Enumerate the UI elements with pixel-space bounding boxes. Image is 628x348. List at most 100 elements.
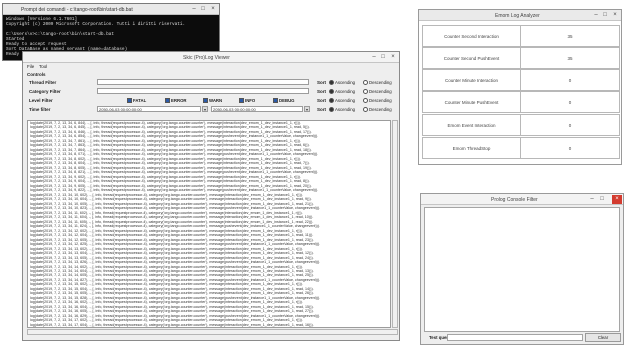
radio-selected-icon — [329, 107, 334, 113]
descending-label: Descending — [369, 89, 392, 94]
level-warn-checkbox[interactable]: WARN — [203, 98, 223, 104]
close-icon[interactable]: × — [210, 6, 216, 12]
console-output-area[interactable] — [424, 207, 620, 332]
analyzer-row-value: 35 — [520, 25, 620, 47]
radio-icon — [363, 80, 368, 86]
category-sort-ascending[interactable]: Ascending — [329, 89, 356, 95]
level-info-label: INFO — [245, 98, 256, 103]
level-info-checkbox[interactable]: INFO — [239, 98, 256, 104]
log-lines: log(date(2019, 7, 2, 13, 34, 6, 844), -,… — [28, 121, 390, 327]
ascending-label: Ascending — [335, 89, 356, 94]
analyzer-title: Emom Log Analyzer — [495, 13, 540, 19]
controls-heading: Controls — [27, 72, 46, 77]
analyzer-row-value: 0 — [520, 69, 620, 91]
level-debug-label: DEBUG — [279, 98, 295, 103]
analyzer-row-label: Counter Second Interaction — [422, 25, 521, 47]
radio-selected-icon — [329, 98, 334, 104]
analyzer-row: Counter Second PushEvent 35 — [422, 47, 620, 69]
checkbox-checked-icon — [203, 98, 208, 104]
maximize-icon[interactable]: □ — [602, 12, 608, 18]
level-sort-ascending[interactable]: Ascending — [329, 98, 355, 104]
log-horizontal-scrollbar[interactable] — [27, 329, 398, 335]
time-filter-label: Time filter — [29, 107, 51, 112]
level-debug-checkbox[interactable]: DEBUG — [273, 98, 295, 104]
analyzer-row: Emom Event Interaction 0 — [422, 114, 620, 136]
menu-file[interactable]: File — [27, 64, 34, 69]
level-sort-descending[interactable]: Descending — [363, 98, 392, 104]
console-filter-window[interactable]: Prolog Console Filter – □ × Test query C… — [420, 193, 624, 345]
radio-icon — [363, 98, 368, 104]
thread-sort-label: Sort — [317, 80, 326, 85]
time-from-input[interactable]: 2050-06-03 00:00:00:00 — [97, 106, 201, 112]
thread-filter-input[interactable] — [97, 79, 309, 85]
thread-filter-label: Thread Filter — [29, 80, 57, 85]
time-sort-ascending[interactable]: Ascending — [329, 107, 356, 113]
analyzer-row: Counter Second Interaction 35 — [422, 25, 620, 47]
checkbox-checked-icon — [239, 98, 244, 104]
category-filter-input[interactable] — [97, 88, 309, 94]
maximize-icon[interactable]: □ — [200, 6, 206, 12]
log-analyzer-window[interactable]: Emom Log Analyzer – □ × Counter Second I… — [418, 9, 622, 165]
category-sort-descending[interactable]: Descending — [363, 89, 392, 95]
radio-icon — [363, 107, 368, 113]
log-line: log(date(2019, 7, 2, 13, 34, 17, 604), -… — [30, 322, 314, 327]
analyzer-row-value: 0 — [520, 114, 620, 136]
level-warn-label: WARN — [209, 98, 223, 103]
checkbox-checked-icon — [165, 98, 170, 104]
clear-button[interactable]: Clear — [585, 333, 621, 342]
thread-sort-descending[interactable]: Descending — [363, 80, 392, 86]
close-icon[interactable]: × — [612, 195, 622, 204]
ascending-label: Ascending — [335, 107, 356, 112]
radio-icon — [363, 89, 368, 95]
maximize-icon[interactable]: □ — [380, 54, 386, 60]
minimize-icon[interactable]: – — [589, 196, 595, 202]
minimize-icon[interactable]: – — [593, 12, 599, 18]
cmd-titlebar[interactable]: Prompt dei comandi - c:\tango-root\bin\s… — [3, 4, 219, 15]
checkbox-checked-icon — [127, 98, 132, 104]
cmd-title: Prompt dei comandi - c:\tango-root\bin\s… — [21, 7, 133, 13]
ascending-label: Ascending — [335, 80, 356, 85]
radio-selected-icon — [329, 89, 334, 95]
analyzer-row-label: Emom Event Interaction — [422, 114, 521, 136]
analyzer-row: Counter Minute PushEvent 0 — [422, 91, 620, 113]
viewer-titlebar[interactable]: Skic (Pro)Log Viewer – □ × — [23, 52, 399, 63]
time-to-dropdown-icon[interactable]: ▾ — [304, 106, 310, 112]
descending-label: Descending — [369, 98, 392, 103]
cmd-line: Copyright (c) 2009 Microsoft Corporation… — [6, 22, 186, 27]
analyzer-row-value: 0 — [520, 91, 620, 113]
radio-selected-icon — [329, 80, 334, 86]
time-sort-descending[interactable]: Descending — [363, 107, 392, 113]
time-to-input[interactable]: 2050-06-03 00:00:00:00 — [211, 106, 303, 112]
close-icon[interactable]: × — [390, 54, 396, 60]
level-error-checkbox[interactable]: ERROR — [165, 98, 187, 104]
level-filter-label: Level Filter — [29, 98, 53, 103]
analyzer-row-label: Counter Minute Interaction — [422, 69, 521, 91]
thread-sort-ascending[interactable]: Ascending — [329, 80, 356, 86]
category-sort-label: Sort — [317, 89, 326, 94]
analyzer-titlebar[interactable]: Emom Log Analyzer – □ × — [419, 10, 621, 21]
analyzer-row: Counter Minute Interaction 0 — [422, 69, 620, 91]
analyzer-row: Emom ThreadStop 0 — [422, 137, 620, 159]
console-title: Prolog Console Filter — [491, 197, 538, 203]
minimize-icon[interactable]: – — [191, 6, 197, 12]
level-fatal-checkbox[interactable]: FATAL — [127, 98, 146, 104]
log-vertical-scrollbar[interactable] — [392, 120, 398, 328]
checkbox-checked-icon — [273, 98, 278, 104]
analyzer-row-value: 35 — [520, 47, 620, 69]
menu-tool[interactable]: Tool — [39, 64, 47, 69]
minimize-icon[interactable]: – — [371, 54, 377, 60]
analyzer-row-label: Counter Minute PushEvent — [422, 91, 521, 113]
close-icon[interactable]: × — [612, 12, 618, 18]
console-titlebar[interactable]: Prolog Console Filter – □ × — [421, 194, 623, 205]
time-from-dropdown-icon[interactable]: ▾ — [202, 106, 208, 112]
log-text-area[interactable]: log(date(2019, 7, 2, 13, 34, 6, 844), -,… — [27, 120, 391, 328]
level-sort-label: Sort — [317, 98, 326, 103]
category-filter-label: Category Filter — [29, 89, 61, 94]
analyzer-row-label: Counter Second PushEvent — [422, 47, 521, 69]
test-query-input[interactable] — [447, 334, 583, 341]
level-error-label: ERROR — [171, 98, 187, 103]
descending-label: Descending — [369, 107, 392, 112]
viewer-title: Skic (Pro)Log Viewer — [183, 55, 230, 61]
log-viewer-window[interactable]: Skic (Pro)Log Viewer – □ × File Tool Con… — [22, 51, 400, 341]
maximize-icon[interactable]: □ — [599, 196, 605, 202]
